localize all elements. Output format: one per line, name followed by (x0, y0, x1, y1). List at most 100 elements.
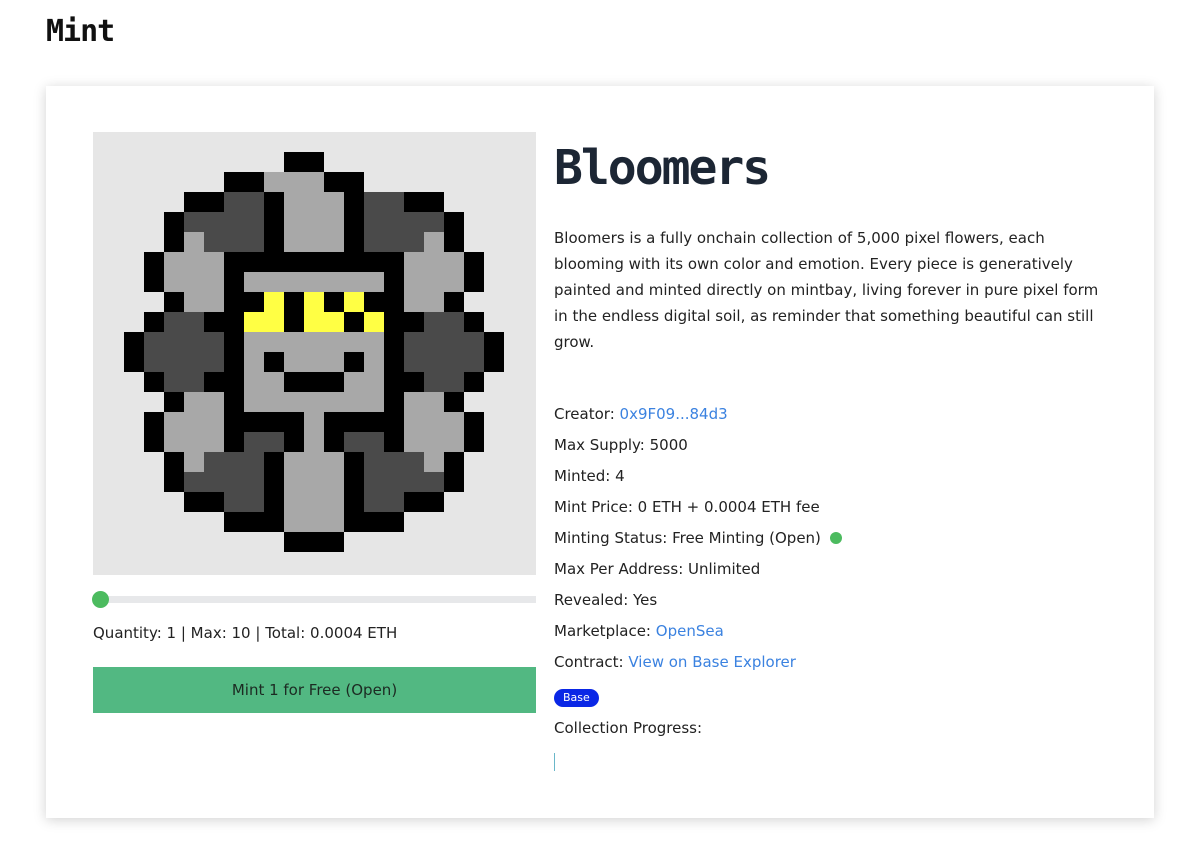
artwork-pixel (444, 412, 464, 432)
artwork-pixel (164, 452, 184, 472)
artwork-pixel (464, 332, 484, 352)
artwork-pixel (224, 312, 244, 332)
artwork-pixel (224, 172, 244, 192)
artwork-pixel (364, 212, 384, 232)
artwork-pixel (304, 392, 324, 412)
artwork-pixel (384, 472, 404, 492)
artwork-pixel (364, 312, 384, 332)
artwork-pixel (184, 412, 204, 432)
artwork-pixel (244, 292, 264, 312)
artwork-pixel (224, 412, 244, 432)
artwork-pixel (204, 232, 224, 252)
artwork-pixel (384, 352, 404, 372)
artwork-pixel (404, 212, 424, 232)
artwork-pixel (404, 352, 424, 372)
artwork-pixel (204, 492, 224, 512)
artwork-pixel (244, 352, 264, 372)
artwork-pixel (264, 312, 284, 332)
artwork-pixel (364, 412, 384, 432)
artwork-pixel (264, 512, 284, 532)
artwork-pixel (384, 452, 404, 472)
artwork-pixel (204, 452, 224, 472)
mint-button[interactable]: Mint 1 for Free (Open) (93, 667, 536, 713)
quantity-slider[interactable] (92, 591, 536, 609)
artwork-pixel (344, 172, 364, 192)
slider-thumb[interactable] (92, 591, 109, 608)
artwork-pixel (164, 352, 184, 372)
artwork-pixel (464, 372, 484, 392)
artwork-pixel (284, 392, 304, 412)
artwork-pixel (384, 272, 404, 292)
artwork-pixel (264, 472, 284, 492)
slider-track[interactable] (93, 596, 536, 603)
artwork-pixel (424, 412, 444, 432)
artwork-pixel (224, 392, 244, 412)
artwork-pixel (344, 472, 364, 492)
artwork-pixel (364, 472, 384, 492)
artwork-pixel (184, 332, 204, 352)
artwork-pixel (284, 312, 304, 332)
artwork-pixel (404, 192, 424, 212)
artwork-pixel (284, 272, 304, 292)
artwork-pixel (164, 412, 184, 432)
creator-row: Creator: 0x9F09...84d3 (554, 402, 842, 433)
artwork-pixel (264, 352, 284, 372)
artwork-pixel (204, 272, 224, 292)
artwork-pixel (184, 212, 204, 232)
artwork-pixel (144, 432, 164, 452)
opensea-link[interactable]: OpenSea (656, 622, 724, 640)
artwork-pixel (184, 312, 204, 332)
revealed-row: Revealed: Yes (554, 591, 658, 609)
artwork-pixel (344, 432, 364, 452)
artwork-pixel (344, 192, 364, 212)
artwork-pixel (244, 452, 264, 472)
artwork-pixel (244, 412, 264, 432)
artwork-pixel (244, 372, 264, 392)
collection-title: Bloomers (554, 140, 771, 196)
artwork-pixel (264, 432, 284, 452)
artwork-pixel (384, 432, 404, 452)
artwork-pixel (404, 252, 424, 272)
artwork-pixel (324, 312, 344, 332)
artwork-pixel (144, 312, 164, 332)
artwork-pixel (344, 492, 364, 512)
artwork-pixel (444, 372, 464, 392)
progress-label: Collection Progress: (554, 719, 703, 737)
creator-address-link[interactable]: 0x9F09...84d3 (620, 405, 728, 423)
creator-label: Creator: (554, 405, 615, 423)
artwork-pixel (364, 512, 384, 532)
artwork-pixel (364, 432, 384, 452)
artwork-pixel (304, 512, 324, 532)
artwork-pixel (304, 312, 324, 332)
artwork-pixel (264, 272, 284, 292)
nft-artwork (93, 132, 536, 575)
artwork-pixel (364, 392, 384, 412)
artwork-pixel (344, 232, 364, 252)
artwork-pixel (304, 332, 324, 352)
artwork-pixel (464, 432, 484, 452)
artwork-pixel (484, 352, 504, 372)
artwork-pixel (244, 192, 264, 212)
artwork-pixel (204, 392, 224, 412)
artwork-pixel (364, 492, 384, 512)
artwork-pixel (264, 192, 284, 212)
artwork-pixel (344, 252, 364, 272)
artwork-pixel (384, 192, 404, 212)
artwork-pixel (344, 212, 364, 232)
artwork-pixel (364, 272, 384, 292)
artwork-pixel (304, 532, 324, 552)
artwork-pixel (444, 392, 464, 412)
artwork-pixel (184, 192, 204, 212)
artwork-pixel (304, 272, 324, 292)
artwork-pixel (204, 212, 224, 232)
artwork-pixel (344, 312, 364, 332)
artwork-pixel (304, 432, 324, 452)
artwork-pixel (224, 192, 244, 212)
artwork-pixel (364, 372, 384, 392)
artwork-pixel (324, 192, 344, 212)
base-explorer-link[interactable]: View on Base Explorer (628, 653, 796, 671)
artwork-pixel (404, 332, 424, 352)
artwork-pixel (204, 472, 224, 492)
artwork-pixel (284, 452, 304, 472)
minting-status-text: Minting Status: Free Minting (Open) (554, 529, 821, 547)
